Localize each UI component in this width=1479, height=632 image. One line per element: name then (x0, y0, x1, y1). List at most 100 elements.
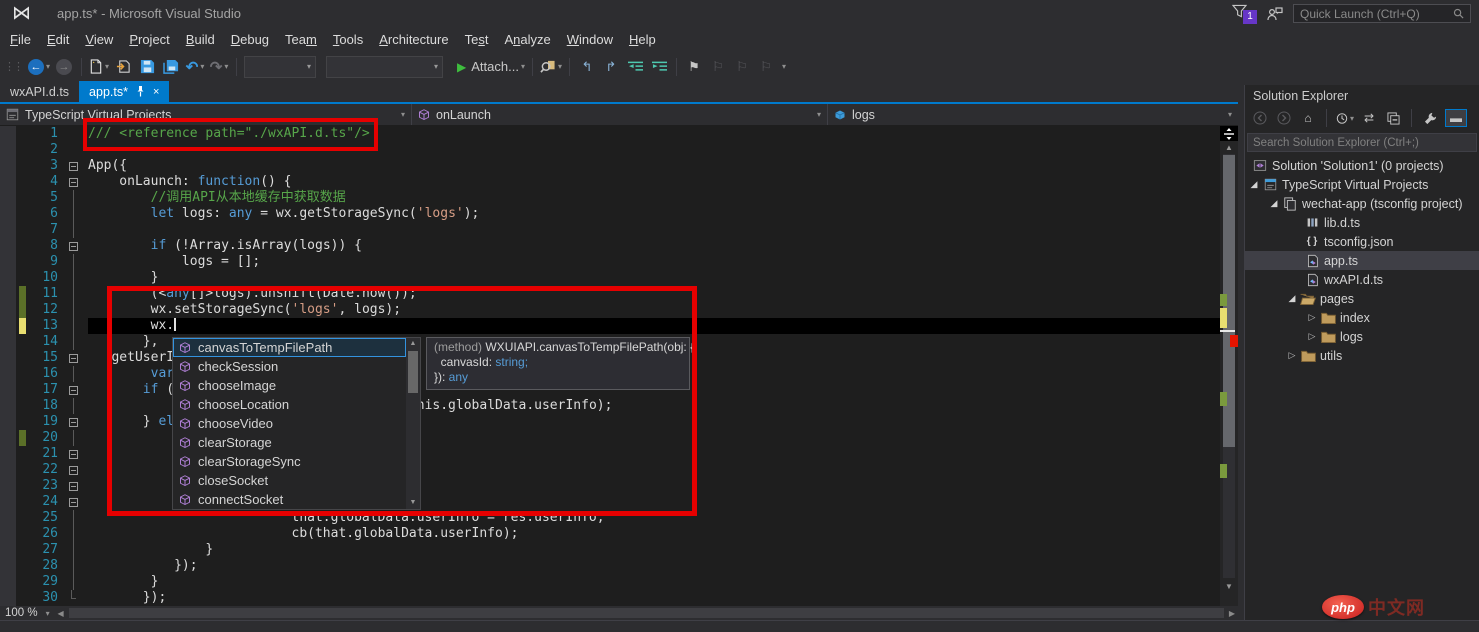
code-line-4[interactable]: 4 onLaunch: function() { (0, 174, 1220, 190)
fold-collapse-icon[interactable] (58, 414, 88, 430)
back-button[interactable] (1251, 109, 1269, 127)
collapse-all-button[interactable] (1384, 109, 1402, 127)
completion-item-connectSocket[interactable]: connectSocket (173, 490, 406, 509)
navigate-forward-in-code-button[interactable]: ↱ (601, 56, 621, 78)
fold-collapse-icon[interactable] (58, 494, 88, 510)
solution-explorer-search-input[interactable]: Search Solution Explorer (Ctrl+;) (1247, 133, 1477, 152)
code-line-12[interactable]: 12 wx.setStorageSync('logs', logs); (0, 302, 1220, 318)
chevron-collapsed-icon[interactable]: ▷ (1305, 331, 1319, 342)
zoom-level-dropdown[interactable]: 100 % ▾ (0, 607, 55, 619)
feedback-icon[interactable] (1267, 7, 1283, 21)
secondary-member-dropdown[interactable]: logs ▾ (828, 104, 1238, 125)
scroll-left-icon[interactable]: ◀ (55, 609, 67, 618)
navigate-back-in-code-button[interactable]: ↰ (577, 56, 597, 78)
tree-item-pages[interactable]: ◢pages (1245, 289, 1479, 308)
chevron-collapsed-icon[interactable]: ▷ (1305, 312, 1319, 323)
code-line-13[interactable]: 13 wx. (0, 318, 1220, 334)
menu-view[interactable]: View (77, 29, 121, 50)
tree-item-wechat-app-tsconfig-project[interactable]: ◢wechat-app (tsconfig project) (1245, 194, 1479, 213)
code-line-30[interactable]: 30 }); (0, 590, 1220, 606)
toggle-bookmark-button[interactable]: ⚑ (684, 56, 704, 78)
menu-team[interactable]: Team (277, 29, 325, 50)
code-line-25[interactable]: 25 that.globalData.userInfo = res.userIn… (0, 510, 1220, 526)
find-in-files-button[interactable]: ▾ (540, 56, 562, 78)
fold-collapse-icon[interactable] (58, 158, 88, 174)
tab-app.ts[interactable]: app.ts*× (79, 81, 169, 102)
platform-combobox[interactable]: ▾ (326, 56, 443, 78)
scroll-right-icon[interactable]: ▶ (1226, 609, 1238, 618)
fold-collapse-icon[interactable] (58, 350, 88, 366)
splitter-handle[interactable] (1220, 126, 1238, 141)
completion-item-closeSocket[interactable]: closeSocket (173, 471, 406, 490)
code-line-10[interactable]: 10 } (0, 270, 1220, 286)
editor-vertical-scrollbar[interactable]: ▲ ▼ (1220, 126, 1238, 606)
next-bookmark-button[interactable]: ⚐ (732, 56, 752, 78)
chevron-expanded-icon[interactable]: ◢ (1247, 179, 1261, 190)
completion-item-chooseVideo[interactable]: chooseVideo (173, 414, 406, 433)
fold-collapse-icon[interactable] (58, 446, 88, 462)
previous-bookmark-button[interactable]: ⚐ (708, 56, 728, 78)
quick-launch-input[interactable]: Quick Launch (Ctrl+Q) (1293, 4, 1471, 23)
tree-item-index[interactable]: ▷index (1245, 308, 1479, 327)
code-line-7[interactable]: 7 (0, 222, 1220, 238)
fold-collapse-icon[interactable] (58, 462, 88, 478)
menu-window[interactable]: Window (559, 29, 621, 50)
chevron-expanded-icon[interactable]: ◢ (1285, 293, 1299, 304)
new-file-button[interactable]: ▾ (89, 56, 109, 78)
toolbar-overflow-icon[interactable]: ▾ (782, 62, 786, 71)
open-file-button[interactable] (113, 56, 133, 78)
menu-project[interactable]: Project (121, 29, 177, 50)
pin-icon[interactable] (136, 86, 145, 97)
code-line-8[interactable]: 8 if (!Array.isArray(logs)) { (0, 238, 1220, 254)
code-line-27[interactable]: 27 } (0, 542, 1220, 558)
code-line-2[interactable]: 2 (0, 142, 1220, 158)
forward-button[interactable] (1275, 109, 1293, 127)
navigate-backward-button[interactable]: ←▾ (28, 56, 50, 78)
completion-item-canvasToTempFilePath[interactable]: canvasToTempFilePath (173, 338, 406, 357)
chevron-collapsed-icon[interactable]: ▷ (1285, 350, 1299, 361)
code-line-11[interactable]: 11 (<any[]>logs).unshift(Date.now()); (0, 286, 1220, 302)
decrease-indent-button[interactable] (625, 56, 645, 78)
tree-item-lib.d.ts[interactable]: lib.d.ts (1245, 213, 1479, 232)
tree-item-utils[interactable]: ▷utils (1245, 346, 1479, 365)
completion-item-checkSession[interactable]: checkSession (173, 357, 406, 376)
fold-collapse-icon[interactable] (58, 382, 88, 398)
configuration-combobox[interactable]: ▾ (244, 56, 316, 78)
tree-item-logs[interactable]: ▷logs (1245, 327, 1479, 346)
clear-bookmarks-button[interactable]: ⚐ (756, 56, 776, 78)
tree-item-tsconfig.json[interactable]: { }tsconfig.json (1245, 232, 1479, 251)
popup-scrollbar-thumb[interactable] (408, 351, 418, 393)
save-all-button[interactable] (161, 56, 181, 78)
tree-item-app.ts[interactable]: app.ts (1245, 251, 1479, 270)
menu-tools[interactable]: Tools (325, 29, 371, 50)
fold-collapse-icon[interactable] (58, 478, 88, 494)
code-line-3[interactable]: 3App({ (0, 158, 1220, 174)
scroll-up-icon[interactable]: ▲ (406, 338, 420, 350)
horizontal-scrollbar-track[interactable] (69, 608, 1224, 618)
save-button[interactable] (137, 56, 157, 78)
close-icon[interactable]: × (153, 86, 159, 98)
code-line-26[interactable]: 26 cb(that.globalData.userInfo); (0, 526, 1220, 542)
menu-architecture[interactable]: Architecture (371, 29, 456, 50)
code-line-5[interactable]: 5 //调用API从本地缓存中获取数据 (0, 190, 1220, 206)
pending-changes-filter-button[interactable]: ▾ (1336, 109, 1354, 127)
menu-test[interactable]: Test (457, 29, 497, 50)
code-line-9[interactable]: 9 logs = []; (0, 254, 1220, 270)
menu-edit[interactable]: Edit (39, 29, 77, 50)
popup-scrollbar[interactable]: ▲ ▼ (406, 338, 420, 509)
chevron-expanded-icon[interactable]: ◢ (1267, 198, 1281, 209)
tree-item-wxapi.d.ts[interactable]: wxAPI.d.ts (1245, 270, 1479, 289)
increase-indent-button[interactable] (649, 56, 669, 78)
completion-item-chooseImage[interactable]: chooseImage (173, 376, 406, 395)
fold-collapse-icon[interactable] (58, 238, 88, 254)
tree-item-solution-solution1-0-projects[interactable]: Solution 'Solution1' (0 projects) (1245, 156, 1479, 175)
member-dropdown[interactable]: onLaunch ▾ (412, 104, 828, 125)
project-dropdown[interactable]: TypeScript Virtual Projects ▾ (0, 104, 412, 125)
code-line-1[interactable]: 1/// <reference path="./wxAPI.d.ts"/> (0, 126, 1220, 142)
attach-button[interactable]: ▶ Attach... ▾ (457, 56, 525, 78)
completion-item-clearStorageSync[interactable]: clearStorageSync (173, 452, 406, 471)
sync-with-active-document-button[interactable]: ⇄ (1360, 109, 1378, 127)
scroll-down-icon[interactable]: ▼ (1220, 581, 1238, 592)
scroll-up-icon[interactable]: ▲ (1220, 142, 1238, 153)
code-line-29[interactable]: 29 } (0, 574, 1220, 590)
